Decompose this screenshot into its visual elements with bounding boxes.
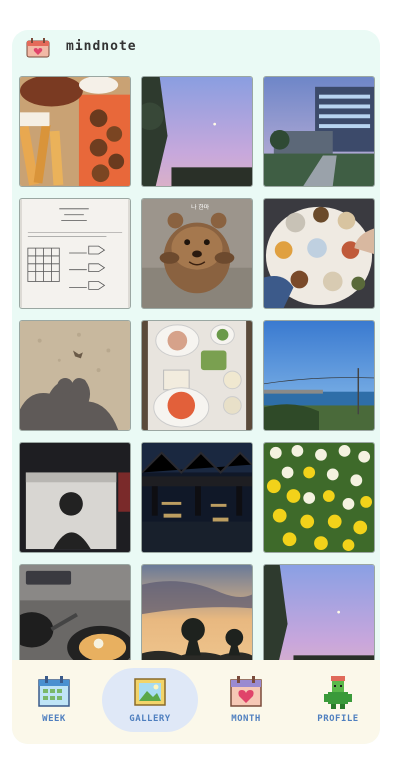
nav-label: PROFILE <box>317 714 359 724</box>
calendar-grid-icon <box>36 674 72 710</box>
nav-label: GALLERY <box>129 714 171 724</box>
photo-tile[interactable] <box>19 198 131 309</box>
svg-text:나 한마: 나 한마 <box>191 203 210 211</box>
photo-tile[interactable] <box>19 564 131 675</box>
nav-month[interactable]: MONTH <box>204 674 288 732</box>
photo-tile[interactable] <box>19 76 131 187</box>
picture-icon <box>132 674 168 710</box>
nav-label: MONTH <box>231 714 261 724</box>
photo-tile[interactable] <box>19 320 131 431</box>
nav-profile[interactable]: PROFILE <box>296 674 380 732</box>
photo-tile[interactable] <box>263 198 375 309</box>
photo-tile[interactable] <box>141 320 253 431</box>
photo-tile[interactable] <box>141 564 253 675</box>
photo-tile[interactable] <box>263 564 375 675</box>
nav-week[interactable]: WEEK <box>12 674 96 732</box>
photo-tile[interactable]: 나 한마 <box>141 198 253 309</box>
photo-tile[interactable] <box>19 442 131 553</box>
photo-tile[interactable] <box>141 76 253 187</box>
app-window: mindnote 나 한마 WEEK GALLERY MONTH PROFILE <box>12 30 380 744</box>
photo-tile[interactable] <box>263 76 375 187</box>
nav-label: WEEK <box>42 714 66 724</box>
calendar-heart-icon <box>228 674 264 710</box>
nav-gallery[interactable]: GALLERY <box>102 668 198 732</box>
bottom-nav: WEEK GALLERY MONTH PROFILE <box>12 660 380 744</box>
calendar-heart-icon[interactable] <box>26 38 50 58</box>
photo-tile[interactable] <box>141 442 253 553</box>
app-title: mindnote <box>66 39 137 54</box>
person-icon <box>320 674 356 710</box>
photo-grid: 나 한마 <box>19 76 375 690</box>
app-header: mindnote <box>12 30 380 70</box>
photo-tile[interactable] <box>263 442 375 553</box>
photo-tile[interactable] <box>263 320 375 431</box>
